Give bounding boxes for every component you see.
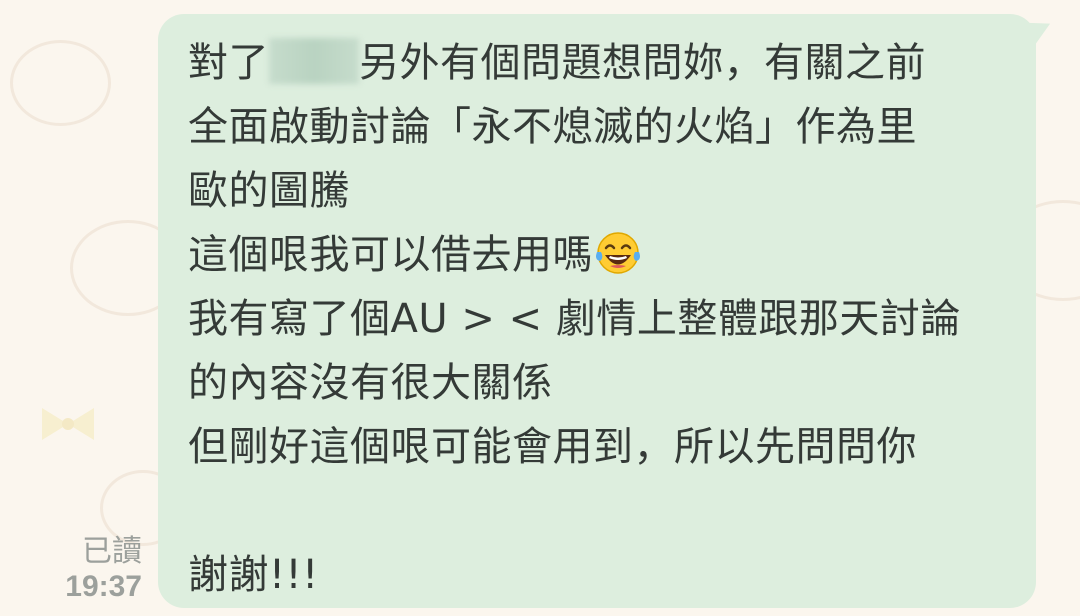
message-meta: 已讀 19:37 [65, 534, 142, 604]
message-line: 謝謝!!! [188, 552, 319, 598]
message-text: 這個哏我可以借去用嗎 [188, 232, 593, 278]
wallpaper-decoration [10, 40, 111, 126]
message-line: 我有寫了個AU > < 劇情上整體跟那天討論 [188, 296, 961, 342]
read-receipt: 已讀 [82, 535, 142, 568]
message-line: 全面啟動討論「永不熄滅的火焰」作為里 [188, 104, 917, 150]
bubble-tail [1025, 17, 1055, 51]
message-line: 歐的圖騰 [188, 168, 350, 214]
message-text: 另外有個問題想問妳，有關之前 [359, 40, 926, 86]
bow-decoration-icon [42, 408, 94, 440]
chat-message-bubble[interactable]: 對了 另外有個問題想問妳，有關之前 全面啟動討論「永不熄滅的火焰」作為里 歐的圖騰… [158, 14, 1055, 608]
message-line: 對了 另外有個問題想問妳，有關之前 [188, 31, 1006, 95]
redacted-name [269, 38, 359, 84]
message-line: 但剛好這個哏可能會用到，所以先問問你 [188, 424, 917, 470]
message-line [188, 479, 1006, 543]
message-line: 的內容沒有很大關係 [188, 360, 553, 406]
face-with-tears-of-joy-emoji-icon [596, 232, 640, 274]
message-text: 對了 [188, 40, 269, 86]
message-line: 這個哏我可以借去用嗎 [188, 223, 1006, 287]
message-timestamp: 19:37 [65, 570, 142, 603]
